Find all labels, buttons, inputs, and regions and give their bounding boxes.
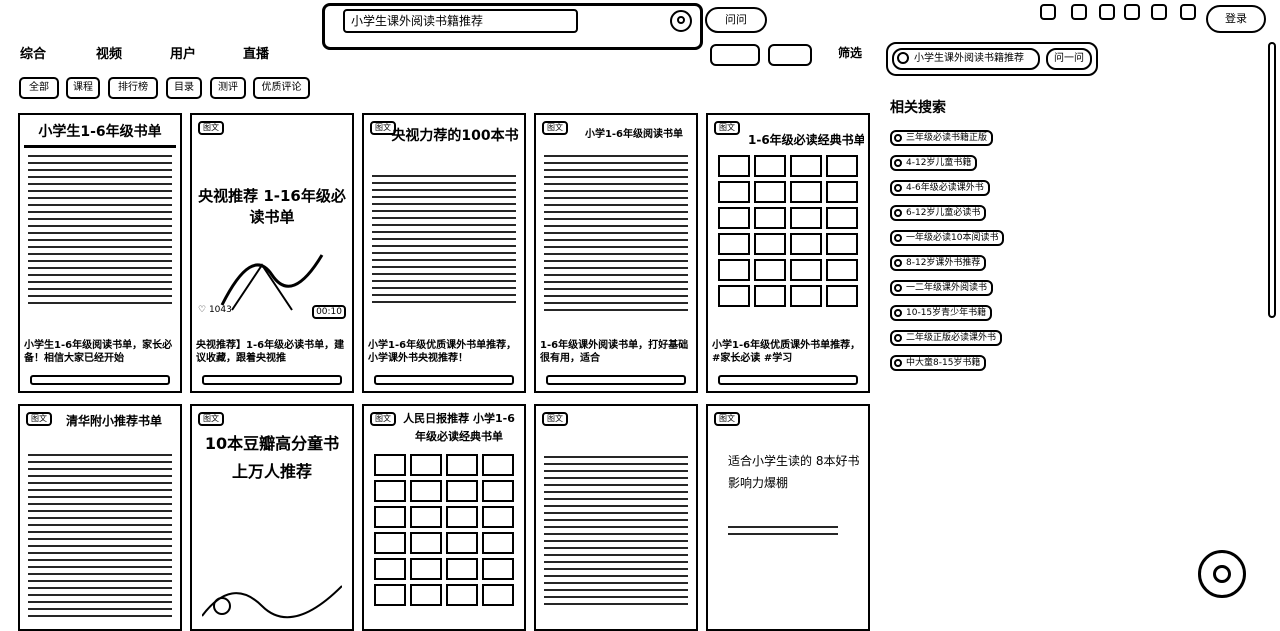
- book-cover-grid: [718, 155, 858, 307]
- card-meta: [202, 375, 342, 385]
- related-search-item[interactable]: 三年级必读书籍正版: [890, 130, 994, 146]
- card-caption: 小学生1-6年级阅读书单，家长必备！相信大家已经开始: [24, 340, 173, 364]
- card-cover-title: 小学生1-6年级书单: [24, 121, 176, 148]
- related-search-item[interactable]: 8-12岁课外书推荐: [890, 255, 987, 271]
- related-search-item[interactable]: 6-12岁儿童必读书: [890, 205, 987, 221]
- ai-query-text[interactable]: 小学生课外阅读书籍推荐: [892, 48, 1040, 70]
- login-button[interactable]: 登录: [1206, 5, 1266, 33]
- card-caption: 1-6年级课外阅读书单，打好基础很有用，适合: [540, 340, 689, 364]
- result-card[interactable]: 图文 清华附小推荐书单: [18, 404, 182, 631]
- chip-review[interactable]: 测评: [210, 77, 246, 99]
- related-search-item[interactable]: 中大童8-15岁书籍: [890, 355, 987, 371]
- creator-icon[interactable]: [1121, 4, 1143, 32]
- related-search-heading: 相关搜索: [890, 100, 946, 116]
- card-meta: [374, 375, 514, 385]
- result-card[interactable]: 小学生1-6年级书单 小学生1-6年级阅读书单，家长必备！相信大家已经开始: [18, 113, 182, 393]
- search-input[interactable]: 小学生课外阅读书籍推荐: [343, 9, 578, 33]
- scrollbar[interactable]: [1268, 42, 1276, 318]
- card-caption: 小学1-6年级优质课外书单推荐，小学课外书央视推荐！: [368, 340, 517, 364]
- filter-button[interactable]: 筛选: [827, 44, 873, 66]
- related-search-item[interactable]: 4-6年级必读课外书: [890, 180, 990, 196]
- card-cover-title: 10本豆瓣高分童书 上万人推荐: [204, 434, 340, 481]
- related-search-item[interactable]: 一年级必读10本阅读书: [890, 230, 1005, 246]
- message-icon[interactable]: [1037, 4, 1059, 32]
- layout-toggle-button[interactable]: [710, 44, 760, 66]
- settings-icon[interactable]: [1177, 4, 1199, 32]
- card-type-badge: 图文: [26, 412, 52, 426]
- book-list-lines: [28, 454, 172, 622]
- sort-button[interactable]: [768, 44, 812, 66]
- tab-users[interactable]: 用户: [170, 45, 196, 65]
- likes-value: 1043: [208, 305, 232, 315]
- result-card[interactable]: 图文 央视力荐的100本书 小学1-6年级优质课外书单推荐，小学课外书央视推荐！: [362, 113, 526, 393]
- book-list-lines: [544, 456, 688, 610]
- card-type-badge: 图文: [198, 412, 224, 426]
- related-search-item[interactable]: 二年级正版必读课外书: [890, 330, 1003, 346]
- related-search-item[interactable]: 4-12岁儿童书籍: [890, 155, 978, 171]
- result-card[interactable]: 图文 小学1-6年级阅读书单 1-6年级课外阅读书单，打好基础很有用，适合: [534, 113, 698, 393]
- result-card[interactable]: 图文 央视推荐 1-16年级必读书单 ♡ 1043 00:10 央视推荐】1-6…: [190, 113, 354, 393]
- card-type-badge: 图文: [714, 121, 740, 135]
- tab-live[interactable]: 直播: [243, 45, 269, 65]
- cover-illustration: [220, 254, 324, 311]
- card-meta: [718, 375, 858, 385]
- result-card[interactable]: 图文 10本豆瓣高分童书 上万人推荐: [190, 404, 354, 631]
- book-cover-grid: [374, 454, 514, 606]
- card-cover-title: 央视推荐 1-16年级必读书单: [198, 187, 346, 226]
- result-card[interactable]: 图文: [534, 404, 698, 631]
- card-type-badge: 图文: [370, 412, 396, 426]
- book-list-lines: [544, 155, 688, 316]
- related-search-item[interactable]: 一二年级课外阅读书: [890, 280, 994, 296]
- card-type-badge: 图文: [198, 121, 224, 135]
- book-list-lines: [28, 155, 172, 309]
- card-cover-title: 清华附小推荐书单: [66, 414, 163, 428]
- more-icon[interactable]: [1148, 4, 1170, 32]
- card-cover-title: 1-6年级必读经典书单: [748, 133, 864, 147]
- card-meta: [30, 375, 170, 385]
- ask-button[interactable]: 问问: [705, 7, 767, 33]
- upload-icon[interactable]: [1096, 4, 1118, 32]
- cover-text-lines: [728, 526, 838, 540]
- card-cover-title: 适合小学生读的 8本好书 影响力爆棚: [728, 454, 860, 490]
- card-cover-title: 人民日报推荐 小学1-6年级必读经典书单: [403, 412, 515, 443]
- chip-comments[interactable]: 优质评论: [253, 77, 310, 99]
- chip-course[interactable]: 课程: [66, 77, 100, 99]
- likes-count: ♡ 1043: [198, 305, 232, 315]
- tab-video[interactable]: 视频: [96, 45, 122, 65]
- back-to-top-button[interactable]: [1198, 550, 1246, 598]
- chip-catalog[interactable]: 目录: [166, 77, 202, 99]
- ai-ask-button[interactable]: 问一问: [1046, 48, 1092, 70]
- card-caption: 小学1-6年级优质课外书单推荐，#家长必读 #学习: [712, 340, 861, 364]
- card-cover-title: 央视力荐的100本书: [391, 128, 519, 144]
- chip-all[interactable]: 全部: [19, 77, 59, 99]
- result-card[interactable]: 图文 人民日报推荐 小学1-6年级必读经典书单: [362, 404, 526, 631]
- card-type-badge: 图文: [542, 121, 568, 135]
- search-icon[interactable]: [670, 10, 692, 32]
- card-meta: [546, 375, 686, 385]
- duration-badge: 00:10: [312, 305, 346, 319]
- result-card[interactable]: 图文 适合小学生读的 8本好书 影响力爆棚: [706, 404, 870, 631]
- chip-ranking[interactable]: 排行榜: [108, 77, 158, 99]
- related-search-item[interactable]: 10-15岁青少年书籍: [890, 305, 993, 321]
- book-list-lines: [372, 175, 516, 308]
- card-type-badge: 图文: [542, 412, 568, 426]
- notification-icon[interactable]: [1068, 4, 1090, 32]
- card-type-badge: 图文: [714, 412, 740, 426]
- result-card[interactable]: 图文 1-6年级必读经典书单 小学1-6年级优质课外书单推荐，#家长必读 #学习: [706, 113, 870, 393]
- cover-illustration: [202, 585, 342, 619]
- heart-icon: ♡: [198, 305, 207, 315]
- card-cover-title: 小学1-6年级阅读书单: [584, 129, 684, 140]
- card-caption: 央视推荐】1-6年级必读书单，建议收藏，跟着央视推: [196, 340, 345, 364]
- tab-general[interactable]: 综合: [20, 45, 46, 65]
